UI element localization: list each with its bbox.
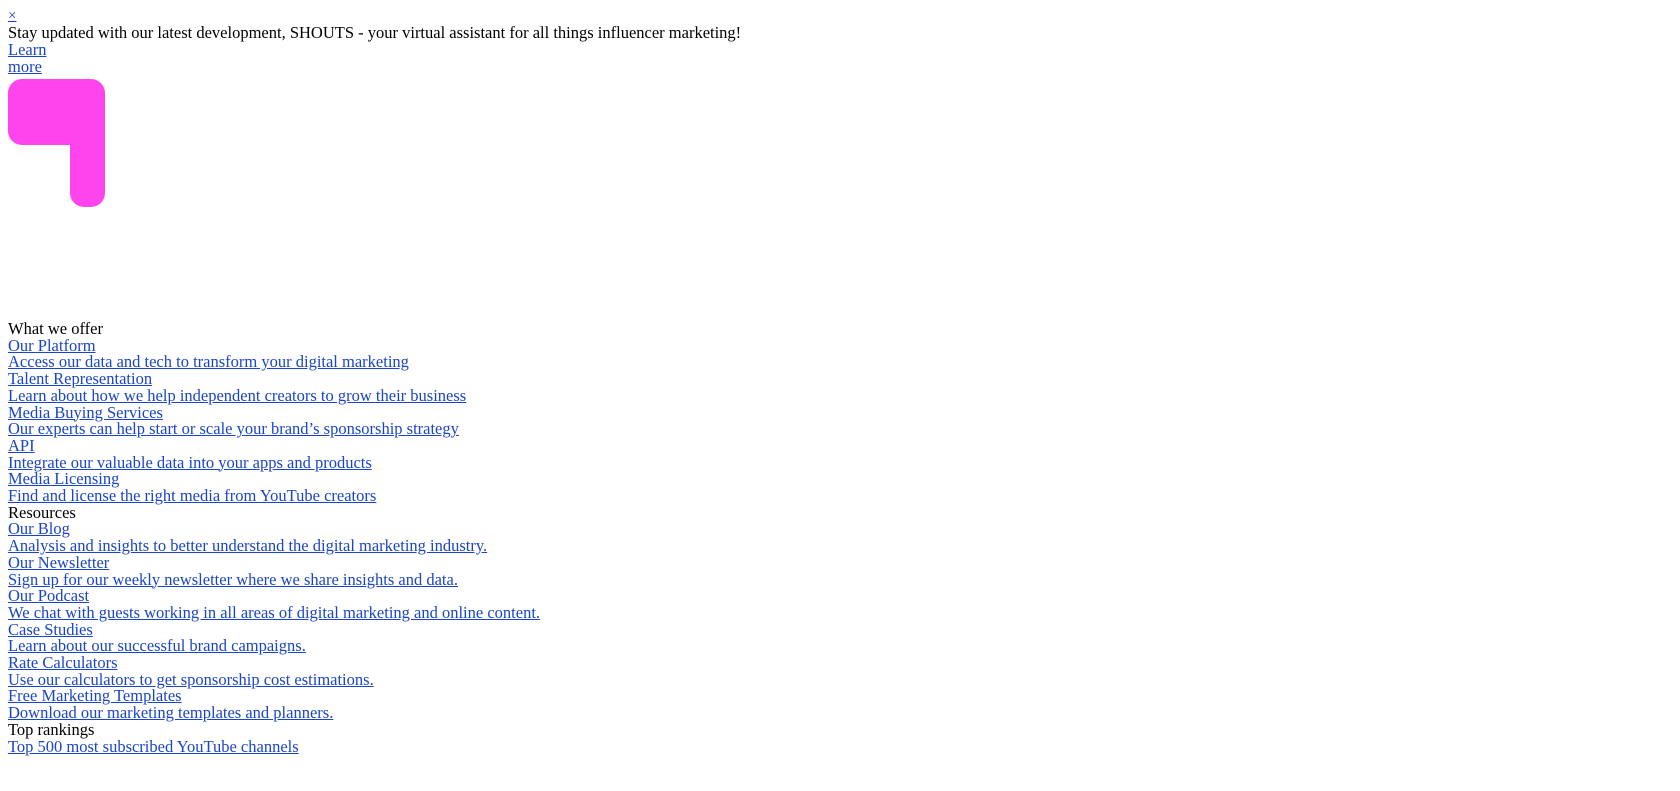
site-logo[interactable] (8, 79, 118, 209)
nav-group-title-resources: Resources (8, 502, 76, 522)
learn-more-link[interactable]: Learn more (8, 41, 78, 75)
page-root: × Stay updated with our latest developme… (0, 0, 1680, 763)
nav-desc-talent-representation[interactable]: Learn about how we help independent crea… (8, 387, 466, 405)
nav-desc-media-buying-services[interactable]: Our experts can help start or scale your… (8, 421, 459, 438)
promo-banner: × Stay updated with our latest developme… (8, 8, 1672, 75)
promo-banner-message: Stay updated with our latest development… (8, 23, 742, 42)
nav-link-top-500-youtube-channels[interactable]: Top 500 most subscribed YouTube channels (8, 738, 299, 756)
nav-group-title-what-we-offer: What we offer (8, 319, 103, 338)
close-icon[interactable]: × (8, 8, 20, 24)
footer-nav: What we offer Our Platform Access our da… (8, 319, 1672, 756)
shouts-logo-mark-icon (8, 79, 105, 207)
